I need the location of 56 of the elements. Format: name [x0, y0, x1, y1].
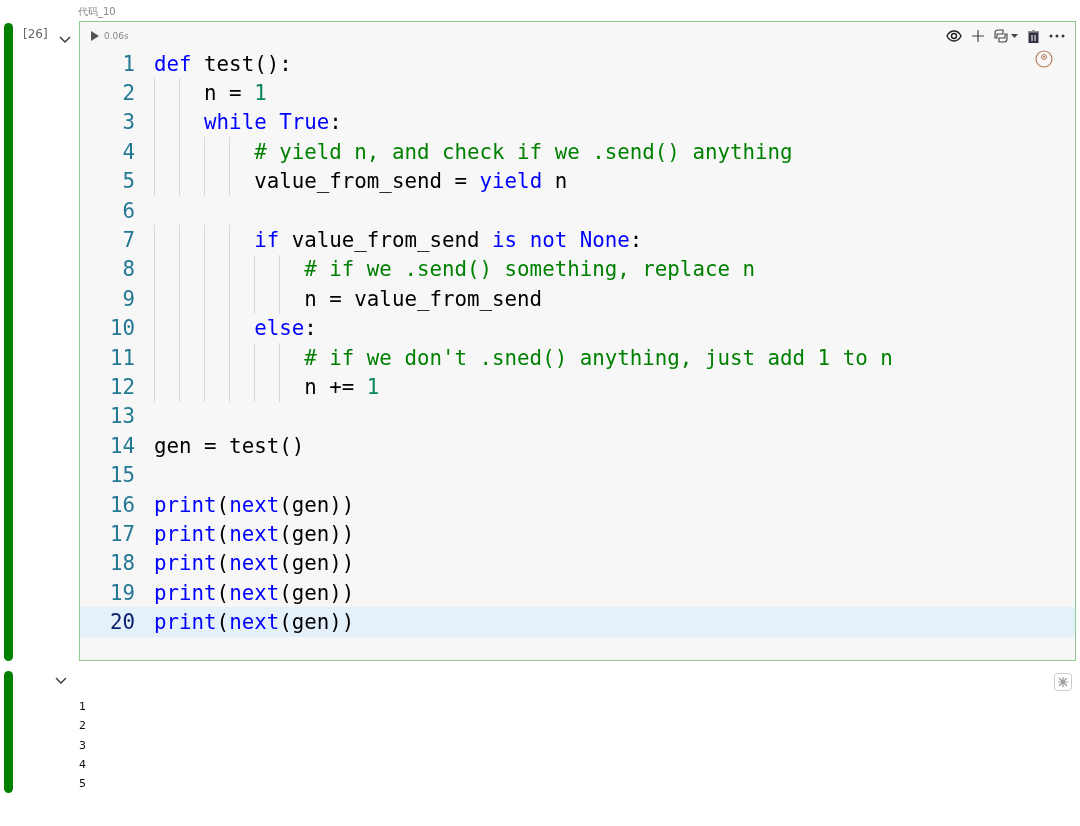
line-number: 1 [121, 51, 135, 76]
execution-time: 0.06s [104, 30, 129, 41]
plus-icon[interactable] [972, 30, 984, 42]
line-number: 18 [108, 551, 135, 576]
execution-count: [26] [23, 27, 49, 41]
eye-icon[interactable] [946, 30, 962, 42]
line-number: 7 [121, 228, 135, 253]
line-number: 15 [108, 463, 135, 488]
code-text: print(next(gen)) [154, 550, 355, 578]
code-text: while True: [154, 107, 342, 138]
code-text: else: [154, 313, 317, 343]
code-text: # if we don't .sned() anything, just add 1 to n [154, 342, 893, 373]
code-text: print(next(gen)) [154, 491, 355, 519]
line-number: 9 [121, 286, 135, 311]
chevron-down-icon[interactable] [59, 36, 71, 44]
code-text: # yield n, and check if we .send() anything [154, 137, 793, 167]
line-number: 14 [108, 433, 135, 458]
line-number: 12 [108, 375, 135, 399]
target-icon [1035, 50, 1053, 68]
code-text: gen = test() [154, 432, 305, 460]
code-text: if value_from_send is not None: [154, 225, 643, 255]
code-text: n += 1 [154, 372, 380, 402]
code-text: print(next(gen)) [154, 520, 355, 548]
code-text: print(next(gen)) [154, 609, 355, 637]
output-line: 2 [79, 718, 87, 735]
python-dropdown-icon[interactable] [994, 29, 1018, 43]
code-text: def test(): [154, 50, 292, 78]
cell-caption: 代码_10 [77, 5, 117, 20]
run-icon[interactable] [91, 30, 99, 41]
line-number: 6 [121, 198, 135, 223]
code-text: # if we .send() something, replace n [154, 254, 755, 285]
line-number: 8 [121, 257, 135, 282]
output-options-icon[interactable] [1054, 673, 1072, 691]
line-number: 13 [108, 404, 135, 429]
output-line: 3 [79, 737, 87, 754]
line-number: 19 [108, 580, 135, 605]
output-line: 4 [79, 756, 87, 773]
line-number: 3 [121, 110, 135, 135]
more-icon[interactable] [1049, 34, 1065, 38]
line-number: 20 [108, 610, 135, 635]
code-cell[interactable] [79, 21, 1076, 661]
code-text: n = value_from_send [154, 284, 543, 314]
line-number: 2 [121, 81, 135, 106]
trash-icon[interactable] [1028, 29, 1039, 43]
line-number: 5 [121, 169, 135, 194]
line-number: 4 [121, 139, 135, 164]
line-number: 10 [108, 316, 135, 341]
code-text: value_from_send = yield n [154, 166, 568, 196]
code-text: n = 1 [154, 78, 267, 108]
line-number: 16 [108, 492, 135, 517]
output-line: 1 [79, 699, 87, 715]
output-line: 5 [79, 776, 87, 793]
chevron-down-icon[interactable] [55, 677, 67, 685]
line-number: 11 [108, 345, 135, 370]
line-number: 17 [108, 521, 135, 546]
code-text: print(next(gen)) [154, 579, 355, 607]
